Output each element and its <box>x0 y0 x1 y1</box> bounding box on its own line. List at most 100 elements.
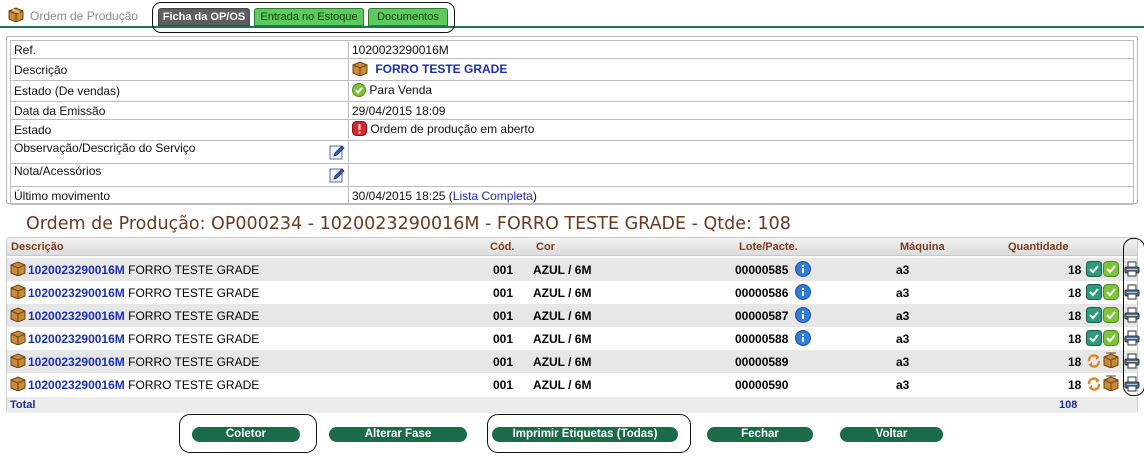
observacao-value <box>348 140 1134 164</box>
estado-label: Estado <box>10 119 349 141</box>
info-row-estado: Estado Ordem de produção em aberto <box>10 119 1134 141</box>
descricao-link[interactable]: FORRO TESTE GRADE <box>375 62 507 76</box>
lista-completa-link[interactable]: Lista Completa <box>453 189 533 203</box>
row-cor: AZUL / 6M <box>533 263 592 277</box>
row-cod: 001 <box>493 378 514 392</box>
row-ref-link[interactable]: 1020023290016M <box>28 263 125 277</box>
voltar-button[interactable]: Voltar <box>840 427 943 442</box>
row-ref-link[interactable]: 1020023290016M <box>28 309 125 323</box>
info-icon[interactable] <box>795 284 811 303</box>
row-description: 1020023290016M FORRO TESTE GRADE <box>28 263 259 277</box>
row-description: 1020023290016M FORRO TESTE GRADE <box>28 378 259 392</box>
row-desc-text: FORRO TESTE GRADE <box>128 309 260 323</box>
row-ref-link[interactable]: 1020023290016M <box>28 378 125 392</box>
info-icon[interactable] <box>795 261 811 280</box>
row-description: 1020023290016M FORRO TESTE GRADE <box>28 332 259 346</box>
row-cor: AZUL / 6M <box>533 355 592 369</box>
row-maquina: a3 <box>896 332 910 346</box>
observacao-cell: Observação/Descrição do Serviço <box>10 140 349 164</box>
row-maquina: a3 <box>896 309 910 323</box>
info-icon[interactable] <box>795 307 811 326</box>
col-maquina: Máquina <box>900 241 945 253</box>
row-quantidade: 18 <box>1068 355 1082 369</box>
row-lote: 00000587 <box>735 309 789 323</box>
row-description: 1020023290016M FORRO TESTE GRADE <box>28 355 259 369</box>
transfer-icon[interactable] <box>1086 376 1102 395</box>
production-order-title: Ordem de Produção: OP000234 - 1020023290… <box>26 214 791 234</box>
table-row: 1020023290016M FORRO TESTE GRADE 001 AZUL … <box>7 350 1140 373</box>
ref-label: Ref. <box>10 40 349 59</box>
lots-grid: Descrição Cód. Cor Lote/Pacte. Máquina Q… <box>6 237 1144 413</box>
row-cod: 001 <box>493 286 514 300</box>
row-quantidade: 18 <box>1068 309 1082 323</box>
info-row-descricao: Descrição FORRO TESTE GRADE <box>10 58 1134 81</box>
row-cod: 001 <box>493 355 514 369</box>
row-ref-link[interactable]: 1020023290016M <box>28 332 125 346</box>
row-cod: 001 <box>493 263 514 277</box>
box-icon <box>10 307 26 325</box>
box-icon[interactable] <box>1103 352 1119 371</box>
info-row-ref: Ref. 1020023290016M <box>10 40 1134 59</box>
row-maquina: a3 <box>896 263 910 277</box>
brand-label: Ordem de Produção <box>30 9 139 23</box>
col-lote: Lote/Pacte. <box>739 241 798 253</box>
lot-done-icon[interactable] <box>1086 261 1102 280</box>
row-quantidade: 18 <box>1068 286 1082 300</box>
lot-done-icon[interactable] <box>1086 284 1102 303</box>
estado-vendas-cell: Para Venda <box>348 80 1134 102</box>
box-icon <box>10 330 26 348</box>
box-icon <box>10 353 26 371</box>
info-row-data-emissao: Data da Emissão 29/04/2015 18:09 <box>10 101 1134 120</box>
row-maquina: a3 <box>896 286 910 300</box>
row-desc-text: FORRO TESTE GRADE <box>128 263 260 277</box>
check-icon[interactable] <box>1103 284 1119 303</box>
box-icon <box>10 284 26 302</box>
nota-label: Nota/Acessórios <box>14 164 102 178</box>
info-row-observacao: Observação/Descrição do Serviço <box>10 140 1134 164</box>
total-value: 108 <box>1059 399 1078 411</box>
table-row: 1020023290016M FORRO TESTE GRADE 001 AZUL … <box>7 281 1140 304</box>
row-lote: 00000590 <box>735 378 789 392</box>
ultimo-movimento-cell: 30/04/2015 18:25 (Lista Completa) <box>348 186 1134 205</box>
fechar-button[interactable]: Fechar <box>707 427 813 442</box>
check-icon[interactable] <box>1103 307 1119 326</box>
tab-documentos[interactable]: Documentos <box>368 8 448 26</box>
check-icon[interactable] <box>1103 330 1119 349</box>
row-ref-link[interactable]: 1020023290016M <box>28 355 125 369</box>
lot-done-icon[interactable] <box>1086 307 1102 326</box>
info-row-ultimo-movimento: Último movimento 30/04/2015 18:25 (Lista… <box>10 186 1134 205</box>
tab-ficha-op[interactable]: Ficha da OP/OS <box>158 8 250 26</box>
row-lote: 00000585 <box>735 263 789 277</box>
imprimir-etiquetas-button[interactable]: Imprimir Etiquetas (Todas) <box>492 427 678 442</box>
info-row-nota: Nota/Acessórios <box>10 163 1134 187</box>
lot-done-icon[interactable] <box>1086 330 1102 349</box>
check-icon[interactable] <box>1103 261 1119 280</box>
table-row: 1020023290016M FORRO TESTE GRADE 001 AZUL … <box>7 373 1140 396</box>
row-maquina: a3 <box>896 378 910 392</box>
row-lote: 00000589 <box>735 355 789 369</box>
row-cod: 001 <box>493 309 514 323</box>
row-cod: 001 <box>493 332 514 346</box>
tab-entrada-estoque[interactable]: Entrada no Estoque <box>254 8 364 26</box>
col-descricao: Descrição <box>11 241 64 253</box>
row-cor: AZUL / 6M <box>533 378 592 392</box>
col-cod: Cód. <box>490 241 515 253</box>
total-row: Total 108 <box>7 397 1137 413</box>
op-info-table: Ref. 1020023290016M Descrição FORRO TEST… <box>10 40 1134 205</box>
row-lote: 00000588 <box>735 332 789 346</box>
transfer-icon[interactable] <box>1086 353 1102 372</box>
row-ref-link[interactable]: 1020023290016M <box>28 286 125 300</box>
row-cor: AZUL / 6M <box>533 286 592 300</box>
row-quantidade: 18 <box>1068 378 1082 392</box>
info-row-estado-vendas: Estado (De vendas) Para Venda <box>10 80 1134 102</box>
alterar-fase-button[interactable]: Alterar Fase <box>329 427 467 442</box>
edit-icon[interactable] <box>329 144 345 163</box>
box-icon[interactable] <box>1103 375 1119 394</box>
info-icon[interactable] <box>795 330 811 349</box>
row-cor: AZUL / 6M <box>533 332 592 346</box>
row-quantidade: 18 <box>1068 332 1082 346</box>
coletor-button[interactable]: Coletor <box>192 427 300 442</box>
edit-icon[interactable] <box>329 167 345 186</box>
row-lote: 00000586 <box>735 286 789 300</box>
nota-value <box>348 163 1134 187</box>
